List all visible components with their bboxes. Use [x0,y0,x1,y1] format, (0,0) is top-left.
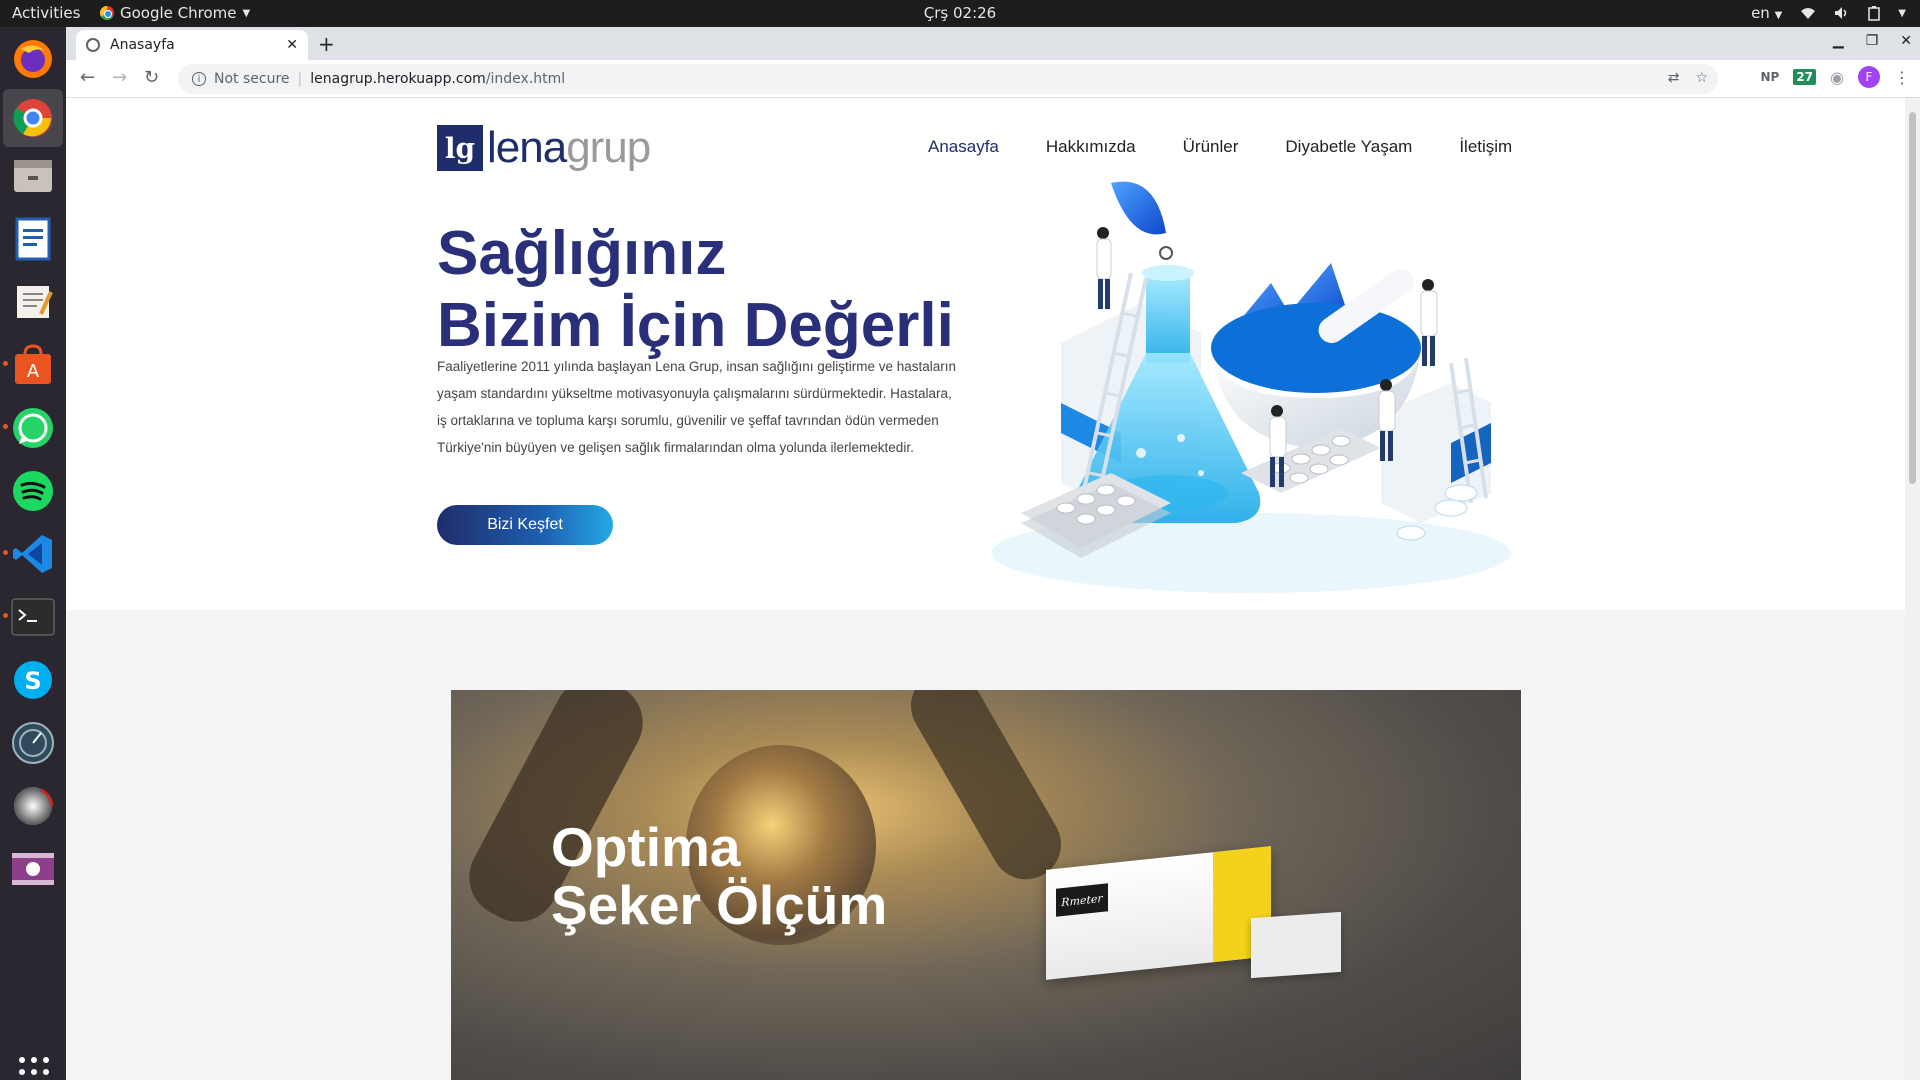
product-box-image: Rmeter [1046,846,1271,980]
discover-button[interactable]: Bizi Keşfet [437,505,613,545]
dock: A S [0,27,66,1080]
firefox-icon[interactable] [9,35,57,83]
back-icon[interactable]: ← [80,67,95,88]
separator: | [297,71,303,87]
close-window-icon[interactable]: ✕ [1900,33,1912,49]
address-bar[interactable]: i Not secure | lenagrup.herokuapp.com/in… [178,64,1718,94]
calendar-extension-icon[interactable]: 27 [1793,69,1817,85]
battery-icon[interactable] [1868,5,1881,21]
hero-title-line1: Sağlığınız [437,219,727,288]
profile-avatar[interactable]: F [1858,66,1880,88]
bookmark-star-icon[interactable]: ☆ [1695,70,1708,86]
reload-icon[interactable]: ↻ [144,67,159,88]
window-controls: ▁ ❐ ✕ [1833,33,1912,49]
page-viewport: lg lenagrup Anasayfa Hakkımızda Ürünler … [66,98,1920,1080]
tab-strip: Anasayfa ✕ + ▁ ❐ ✕ [66,27,1920,60]
product-box-secondary [1251,911,1341,979]
language-indicator[interactable]: en ▼ [1751,4,1782,22]
nav-diyabetle-yasam[interactable]: Diyabetle Yaşam [1285,137,1412,157]
url-path: /index.html [485,71,566,87]
logo-wordmark: lenagrup [487,123,651,173]
chevron-down-icon: ▼ [242,7,251,19]
logo-grup: grup [566,123,651,172]
scrollbar-thumb[interactable] [1909,112,1916,484]
app-menu[interactable]: Google Chrome ▼ [100,4,250,22]
new-tab-button[interactable]: + [318,32,335,56]
text-editor-icon[interactable] [9,278,57,326]
activities-button[interactable]: Activities [12,4,80,22]
language-label: en [1751,4,1770,22]
website: lg lenagrup Anasayfa Hakkımızda Ürünler … [66,98,1905,1080]
disk-usage-icon[interactable] [9,719,57,767]
banner-title: Optima Şeker Ölçüm [551,818,887,934]
security-label[interactable]: Not secure [214,71,290,87]
svg-text:A: A [27,361,40,382]
volume-icon[interactable] [1834,6,1850,20]
files-icon[interactable] [9,152,57,200]
chrome-mini-icon [100,6,114,20]
banner-title-line1: Optima [551,816,741,878]
banner-arm-right [898,690,1074,893]
forward-icon[interactable]: → [112,67,127,88]
nav-iletisim[interactable]: İletişim [1459,137,1512,157]
product-banner[interactable]: Optima Şeker Ölçüm Rmeter [451,690,1521,1080]
minimize-icon[interactable]: ▁ [1833,33,1844,49]
menu-kebab-icon[interactable]: ⋮ [1894,68,1910,87]
running-indicator [3,424,8,429]
browser-toolbar: ← → ↻ i Not secure | lenagrup.herokuapp.… [66,60,1920,98]
nav-anasayfa[interactable]: Anasayfa [928,137,999,157]
svg-text:S: S [24,667,41,695]
logo-mark: lg [437,125,483,171]
running-indicator [3,613,8,618]
close-tab-icon[interactable]: ✕ [286,37,298,53]
globe-icon [86,38,100,52]
restore-icon[interactable]: ❐ [1866,33,1879,49]
tab-title: Anasayfa [110,37,175,53]
nav-urunler[interactable]: Ürünler [1183,137,1239,157]
product-section: Optima Şeker Ölçüm Rmeter [66,610,1905,1080]
url-host: lenagrup.herokuapp.com [310,71,486,87]
running-indicator [3,361,8,366]
hero-illustration [991,181,1511,593]
system-top-bar: Activities Google Chrome ▼ Çrş 02:26 en … [0,0,1920,27]
spotify-icon[interactable] [9,467,57,515]
chevron-down-icon: ▼ [1774,10,1783,21]
translate-icon[interactable]: ⇄ [1668,70,1680,86]
skype-icon[interactable]: S [9,656,57,704]
system-tray[interactable]: en ▼ ▼ [1751,4,1906,22]
writer-icon[interactable] [9,215,57,263]
banner-title-line2: Şeker Ölçüm [551,874,888,936]
disk-icon[interactable] [9,782,57,830]
whatsapp-icon[interactable] [9,404,57,452]
nav-hakkimizda[interactable]: Hakkımızda [1046,137,1136,157]
logo-lena: lena [487,123,567,172]
product-brand-logo: Rmeter [1056,883,1108,917]
software-center-icon[interactable]: A [9,341,57,389]
tab-anasayfa[interactable]: Anasayfa ✕ [76,30,308,60]
running-indicator [3,550,8,555]
chrome-icon[interactable] [3,89,63,147]
main-nav: Anasayfa Hakkımızda Ürünler Diyabetle Ya… [928,137,1512,157]
np-extension-icon[interactable]: NP [1760,70,1779,84]
hero-title-line2: Bizim İçin Değerli [437,291,954,360]
chevron-down-icon[interactable]: ▼ [1898,8,1906,19]
wifi-icon[interactable] [1800,6,1816,20]
clock[interactable]: Çrş 02:26 [0,4,1920,22]
site-logo[interactable]: lg lenagrup [437,123,651,173]
info-icon[interactable]: i [192,72,206,86]
hero-description: Faaliyetlerine 2011 yılında başlayan Len… [437,359,957,455]
show-applications-button[interactable] [19,1057,49,1080]
vscode-icon[interactable] [9,530,57,578]
page-scrollbar[interactable] [1905,98,1920,1080]
extensions-area: NP 27 ◉ F ⋮ [1760,66,1910,88]
omnibox-actions: ⇄ ☆ [1668,70,1708,86]
browser-window: Anasayfa ✕ + ▁ ❐ ✕ ← → ↻ i Not secure | … [66,27,1920,1080]
hero-title: Sağlığınız Bizim İçin Değerli [437,218,954,362]
video-icon[interactable] [9,845,57,893]
terminal-icon[interactable] [9,593,57,641]
app-menu-label: Google Chrome [120,4,237,22]
extension-icon[interactable]: ◉ [1830,68,1844,87]
